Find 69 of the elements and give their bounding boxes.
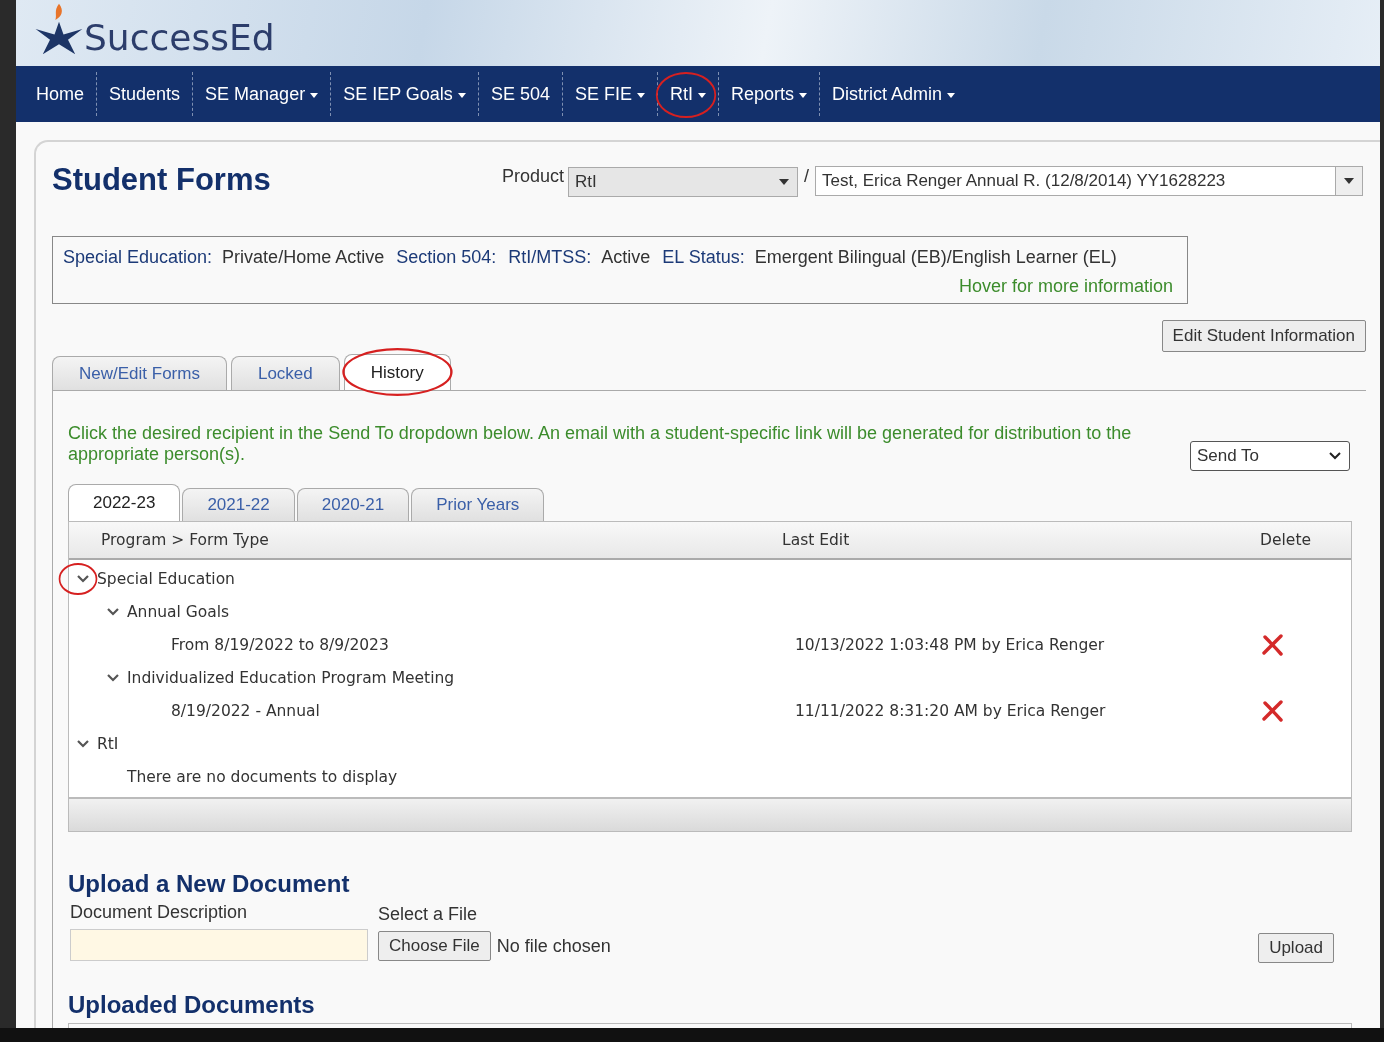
product-label: Product [502, 166, 565, 187]
hover-hint: Hover for more information [957, 276, 1174, 297]
status-value: Active [601, 247, 651, 268]
column-header: Last Edit [782, 531, 851, 549]
delete-x-icon[interactable] [1261, 698, 1285, 723]
caret-icon [947, 93, 955, 98]
edit-student-button[interactable]: Edit Student Information [1161, 320, 1366, 352]
tab[interactable]: Locked [230, 356, 340, 390]
caret-icon [310, 93, 319, 98]
status-label: Special Education: [63, 247, 213, 268]
file-status-text: No file chosen [496, 935, 611, 957]
section-title: Upload a New Document [68, 870, 351, 898]
caret-icon [799, 93, 807, 98]
nav-item[interactable]: Reports [718, 83, 819, 105]
nav-item[interactable]: Home [24, 83, 96, 105]
delete-x-icon[interactable] [1261, 632, 1285, 657]
annotation-circle [653, 69, 718, 120]
status-value: Private/Home Active [222, 247, 385, 268]
last-edit-cell-text: 11/11/2022 8:31:20 AM by Erica Renger [795, 701, 1107, 720]
year-tab[interactable]: Prior Years [411, 488, 545, 521]
dropdown-button[interactable] [1335, 167, 1363, 195]
caret-icon [457, 93, 466, 98]
last-edit-cell-text: 10/13/2022 1:03:48 PM by Erica Renger [795, 635, 1106, 654]
field-label: Select a File [378, 904, 479, 925]
tab[interactable]: New/Edit Forms [52, 356, 227, 390]
status-label: EL Status: [662, 247, 745, 268]
upload-button[interactable]: Upload [1258, 933, 1334, 963]
year-tab[interactable]: 2021-22 [182, 488, 295, 521]
description-input-field[interactable] [70, 929, 368, 961]
caret-icon [1344, 178, 1355, 184]
nav-item[interactable]: SE Manager [193, 83, 331, 105]
chevron-icon[interactable] [107, 607, 119, 616]
chevron-icon[interactable] [77, 739, 89, 748]
nav-item[interactable]: District Admin [820, 83, 967, 105]
caret-icon [697, 93, 706, 98]
chevron-down-icon [1329, 452, 1341, 460]
group-label[interactable]: Individualized Education Program Meeting [127, 668, 455, 687]
nav-item[interactable]: SE IEP Goals [331, 83, 478, 105]
section-title: Uploaded Documents [68, 991, 316, 1019]
empty-message: There are no documents to display [127, 767, 398, 786]
chevron-icon[interactable] [107, 673, 119, 682]
send-to-select[interactable]: Send To [1190, 441, 1350, 471]
form-link[interactable]: 8/19/2022 - Annual [171, 701, 795, 720]
nav-item[interactable]: SE 504 [478, 83, 562, 105]
logo-text: SuccessEd [84, 16, 275, 58]
caret-icon [779, 179, 790, 185]
group-label[interactable]: RtI [97, 734, 119, 753]
student-select[interactable]: Test, Erica Renger Annual R. (12/8/2014) YY1628223 [815, 166, 1364, 196]
nav-item[interactable]: Students [97, 83, 193, 105]
tab[interactable]: History [343, 354, 451, 390]
chevron-icon[interactable] [77, 574, 89, 583]
separator-text: / [804, 166, 810, 187]
nav-item[interactable]: SE FIE [562, 83, 657, 105]
status-label: RtI/MTSS: [508, 247, 592, 268]
caret-icon [636, 93, 645, 98]
status-value: Emergent Bilingual (EB)/English Learner (EL) [754, 247, 1117, 268]
column-header: Delete [1259, 531, 1312, 549]
form-link[interactable]: From 8/19/2022 to 8/9/2023 [171, 635, 795, 654]
group-label[interactable]: Annual Goals [127, 602, 230, 621]
year-tab[interactable]: 2022-23 [68, 484, 181, 521]
column-header: Program > Form Type [100, 531, 270, 549]
instructions-text: Click the desired recipient in the Send To dropdown below. An email with a student-specific link will be generated for distribution to the appropriate person(s). [68, 423, 1133, 465]
choose-file-button[interactable]: Choose File [378, 931, 491, 961]
year-tab[interactable]: 2020-21 [296, 488, 410, 521]
field-label: Document Description [70, 902, 249, 923]
product-select[interactable]: RtI [568, 167, 799, 197]
group-label[interactable]: Special Education [97, 569, 235, 588]
page-title: Student Forms [52, 162, 272, 198]
status-label: Section 504: [396, 247, 497, 268]
